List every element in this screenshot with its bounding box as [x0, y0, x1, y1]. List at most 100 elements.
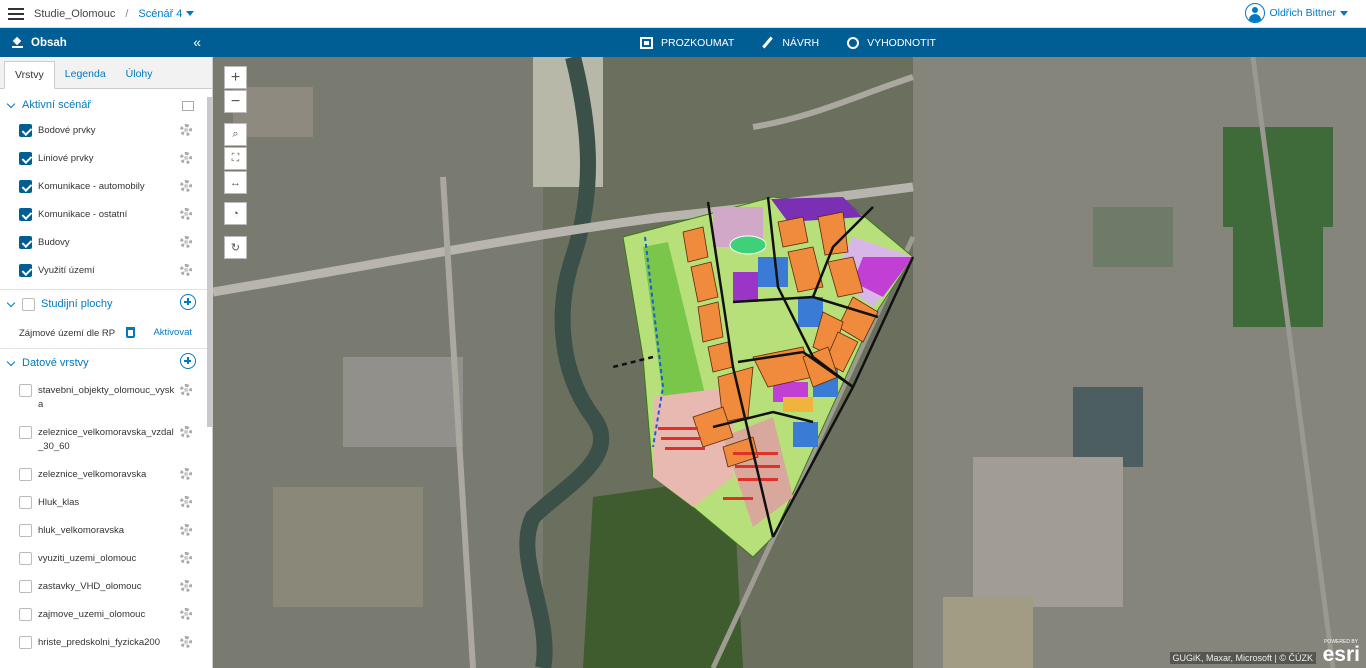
layer-row: zajmove_uzemi_olomouc	[0, 601, 212, 629]
mode-evaluate-label: VYHODNOTIT	[867, 36, 936, 49]
layer-label: vyuziti_uzemi_olomouc	[38, 553, 137, 564]
mode-explore[interactable]: PROZKOUMAT	[640, 36, 734, 49]
scenario-label: Scénář 4	[138, 7, 183, 20]
add-data-layer-icon[interactable]	[180, 353, 196, 369]
layer-checkbox[interactable]	[19, 264, 32, 277]
activate-link[interactable]: Aktivovat	[153, 327, 192, 338]
section-data-layers[interactable]: Datové vrstvy	[0, 349, 212, 377]
building	[777, 216, 809, 248]
layer-row: hriste_predskolni_fyzicka200	[0, 629, 212, 657]
layer-label: hluk_velkomoravska	[38, 525, 125, 536]
mode-evaluate[interactable]: VYHODNOTIT	[847, 36, 936, 49]
avatar-icon	[1245, 3, 1266, 23]
study-area-row: Zájmové území dle RP Aktivovat	[0, 318, 212, 348]
field	[1223, 127, 1333, 227]
football-pitch	[729, 235, 767, 255]
layer-label: Bodové prvky	[38, 125, 96, 136]
layer-checkbox[interactable]	[19, 152, 32, 165]
layer-checkbox[interactable]	[19, 524, 32, 537]
menu-icon[interactable]	[8, 7, 24, 20]
layer-checkbox[interactable]	[19, 608, 32, 621]
gear-icon[interactable]	[180, 384, 192, 396]
gear-icon[interactable]	[180, 236, 192, 248]
tab-tasks[interactable]: Úlohy	[116, 60, 163, 88]
block	[343, 357, 463, 447]
layer-checkbox[interactable]	[19, 124, 32, 137]
layer-checkbox[interactable]	[19, 236, 32, 249]
layer-row: Hluk_klas	[0, 489, 212, 517]
user-menu[interactable]: Oldřich Bittner	[1245, 3, 1348, 23]
layer-row: stavebni_objekty_olomouc_vyska	[0, 377, 212, 419]
layer-label: Liniové prvky	[38, 153, 94, 164]
layer-checkbox[interactable]	[19, 580, 32, 593]
zoom-in-button[interactable]: +	[224, 66, 247, 89]
layer-checkbox[interactable]	[19, 208, 32, 221]
top-bar: Studie_Olomouc / Scénář 4 Oldřich Bittne…	[0, 0, 1366, 28]
layer-checkbox[interactable]	[19, 384, 32, 397]
gear-icon[interactable]	[180, 180, 192, 192]
chevron-down-icon	[186, 11, 195, 17]
layer-checkbox[interactable]	[19, 552, 32, 565]
layer-row: Budovy	[0, 229, 212, 257]
gear-icon[interactable]	[180, 608, 192, 620]
chevron-down-icon	[6, 357, 16, 366]
gear-icon[interactable]	[180, 208, 192, 220]
school-zone	[798, 297, 823, 327]
gear-icon[interactable]	[180, 552, 192, 564]
layer-label: zajmove_uzemi_olomouc	[38, 609, 146, 620]
contents-panel: Vrstvy Legenda Úlohy Aktivní scénář Bodo…	[0, 57, 213, 668]
parking-row	[733, 452, 778, 455]
building	[682, 226, 709, 263]
layer-row: zeleznice_velkomoravska	[0, 461, 212, 489]
gear-icon[interactable]	[180, 496, 192, 508]
add-study-area-icon[interactable]	[180, 294, 196, 310]
gear-icon[interactable]	[180, 524, 192, 536]
layer-checkbox[interactable]	[19, 426, 32, 439]
breadcrumb-project[interactable]: Studie_Olomouc	[34, 8, 115, 20]
study-area-label: Zájmové území dle RP	[19, 327, 116, 339]
map-attribution: GUGiK, Maxar, Microsoft | © ČÚZK	[1169, 652, 1316, 664]
sidebar-scrollbar[interactable]	[207, 97, 212, 427]
mode-bar: Obsah « PROZKOUMAT NÁVRH VYHODNOTIT	[0, 28, 1366, 57]
layer-checkbox[interactable]	[19, 496, 32, 509]
zoom-out-button[interactable]: −	[224, 90, 247, 113]
section-active-scenario[interactable]: Aktivní scénář	[0, 93, 212, 117]
gear-icon[interactable]	[180, 124, 192, 136]
gear-icon[interactable]	[180, 468, 192, 480]
layer-row: Využití území	[0, 257, 212, 285]
gear-icon[interactable]	[180, 580, 192, 592]
layer-checkbox[interactable]	[19, 180, 32, 193]
fullscreen-icon[interactable]: ⛶	[224, 147, 247, 170]
panel-title: Obsah	[31, 36, 67, 49]
gear-icon[interactable]	[180, 264, 192, 276]
measure-icon[interactable]: ↔	[224, 171, 247, 194]
refresh-icon[interactable]: ↻	[224, 236, 247, 259]
block	[973, 457, 1123, 607]
parking-row	[661, 437, 701, 440]
layer-row: Liniové prvky	[0, 145, 212, 173]
gear-icon[interactable]	[180, 152, 192, 164]
image-icon[interactable]	[182, 101, 194, 111]
tab-layers[interactable]: Vrstvy	[4, 61, 55, 89]
trash-icon[interactable]	[126, 327, 135, 338]
scenario-dropdown[interactable]: Scénář 4	[138, 7, 195, 20]
collapse-panel-icon[interactable]: «	[193, 35, 201, 49]
field	[943, 597, 1033, 668]
active-layer-list: Bodové prvky Liniové prvky Komunikace - …	[0, 117, 212, 285]
map-view[interactable]	[213, 57, 1366, 668]
tab-legend[interactable]: Legenda	[55, 60, 116, 88]
layer-checkbox[interactable]	[19, 636, 32, 649]
study-areas-checkbox[interactable]	[22, 297, 35, 311]
pen-icon	[762, 36, 774, 49]
gear-icon[interactable]	[180, 426, 192, 438]
search-icon[interactable]: ⌕	[224, 123, 247, 146]
gear-icon[interactable]	[180, 636, 192, 648]
commerce-zone	[733, 272, 758, 302]
greenhouse	[1073, 387, 1143, 467]
gauge-control: ◔	[224, 202, 247, 225]
gauge-icon[interactable]: ◔	[224, 202, 247, 225]
layer-checkbox[interactable]	[19, 468, 32, 481]
section-study-areas[interactable]: Studijní plochy	[0, 290, 212, 318]
mode-design[interactable]: NÁVRH	[762, 36, 819, 49]
layer-label: Hluk_klas	[38, 497, 80, 508]
